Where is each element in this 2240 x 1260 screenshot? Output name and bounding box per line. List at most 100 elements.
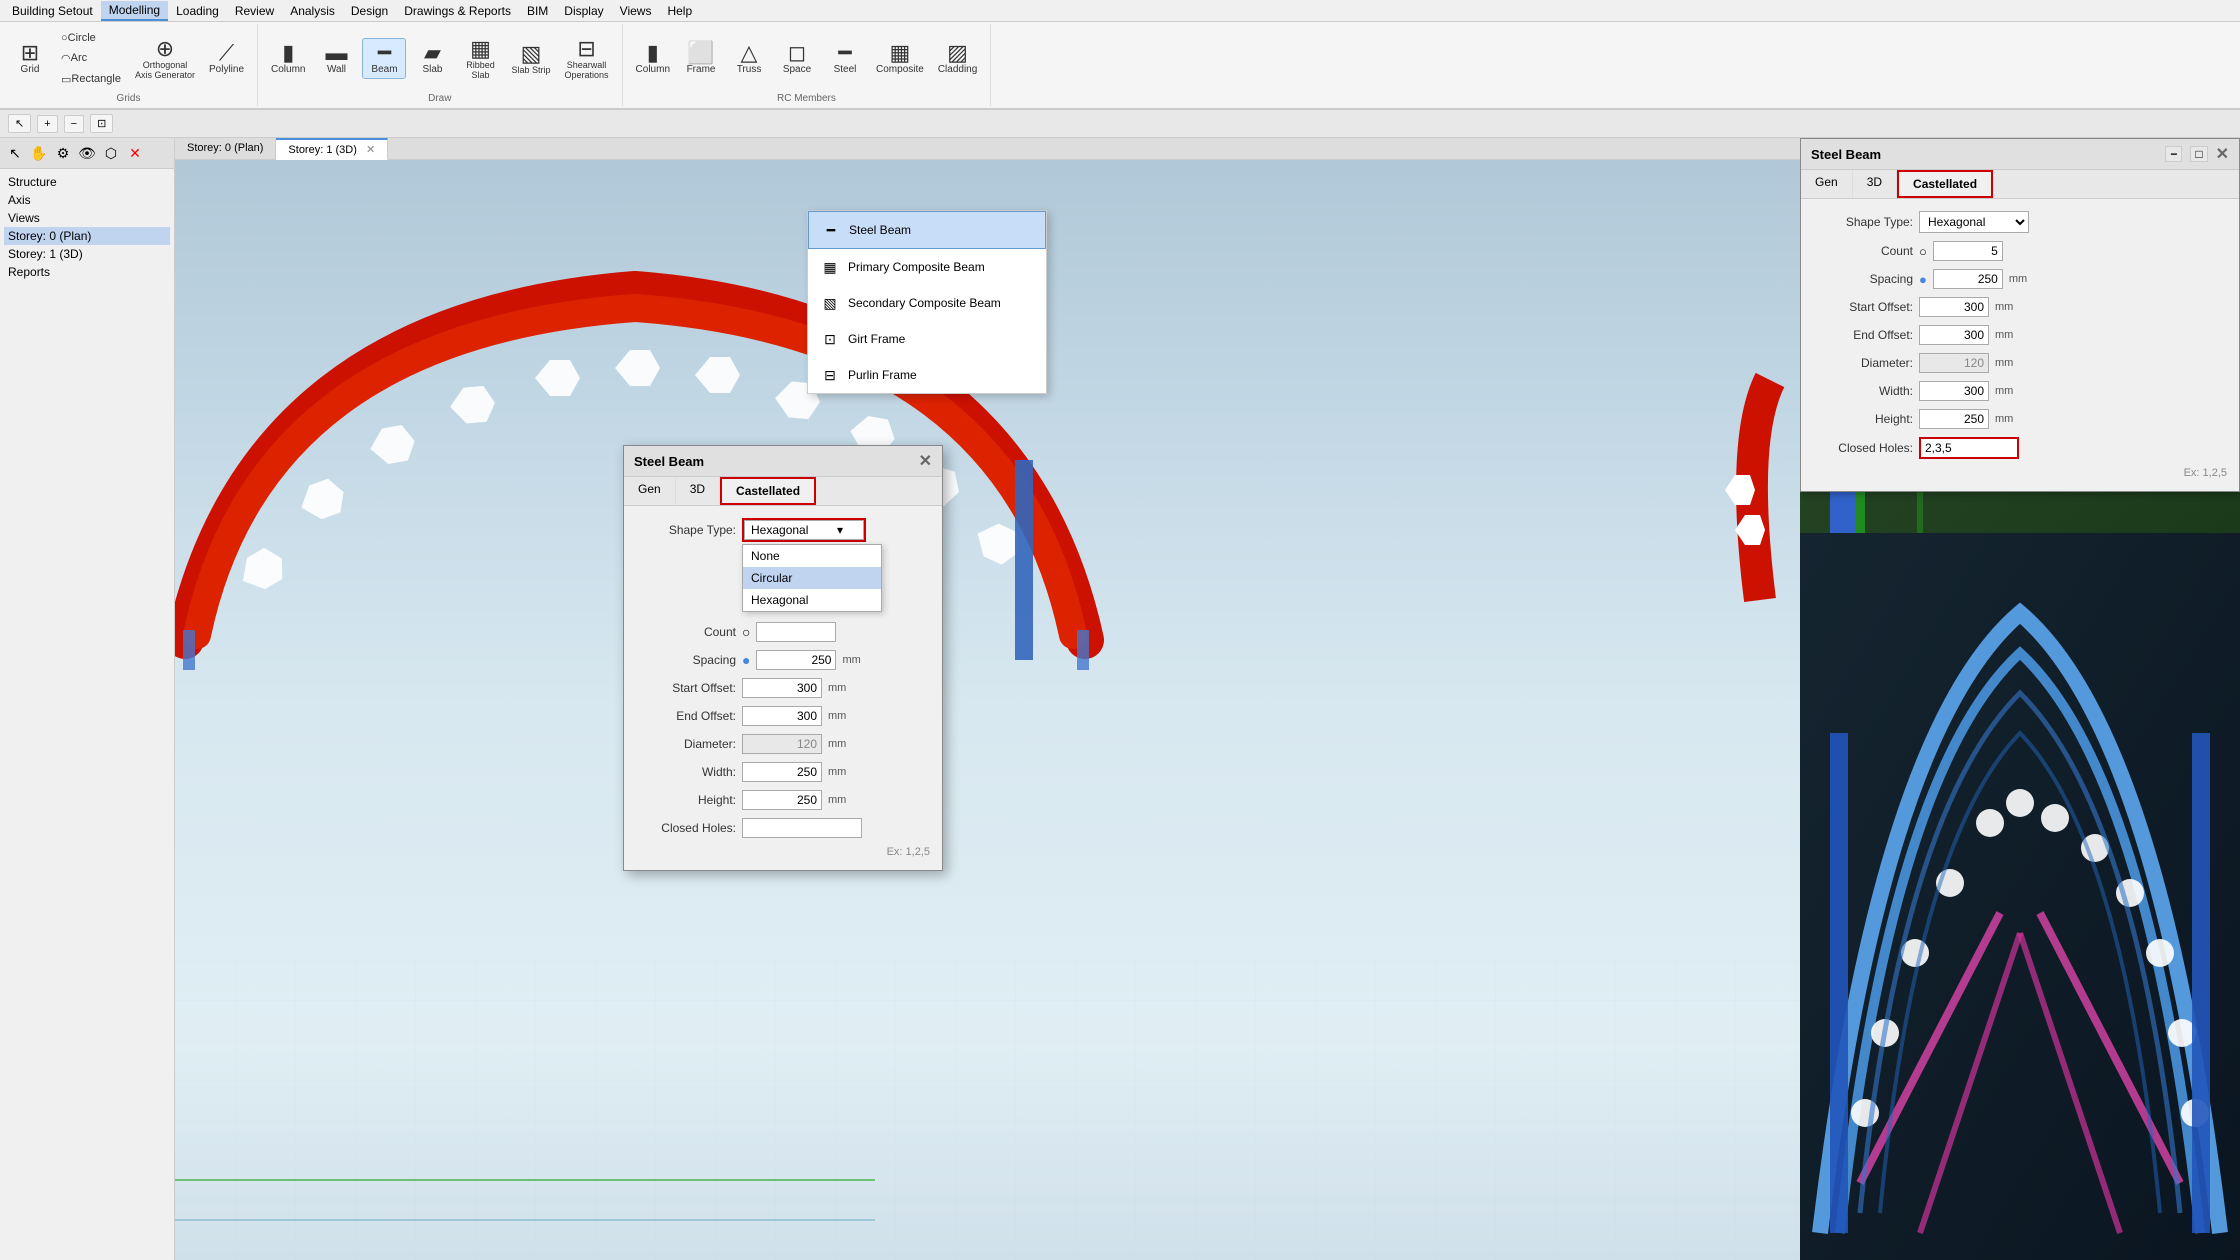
ribbon-btn-truss[interactable]: △ Truss — [727, 39, 771, 78]
dialog-center-tab-3d[interactable]: 3D — [676, 477, 720, 505]
closed-holes-input[interactable] — [742, 818, 862, 838]
tree-item-views[interactable]: Views — [4, 209, 170, 227]
toolbar-btn-zoom-out[interactable]: − — [64, 115, 84, 133]
end-offset-input[interactable] — [742, 706, 822, 726]
diameter-input[interactable] — [742, 734, 822, 754]
ribbon-btn-composite[interactable]: ▦ Composite — [871, 39, 929, 78]
dialog-right-tab-3d[interactable]: 3D — [1853, 170, 1897, 198]
toolbar-btn-zoom-in[interactable]: + — [37, 115, 57, 133]
right-width-input[interactable] — [1919, 381, 1989, 401]
left-tool-render[interactable]: ⬡ — [100, 142, 122, 164]
column-icon: ▮ — [282, 42, 294, 64]
tree-item-structure[interactable]: Structure — [4, 173, 170, 191]
shape-option-hexagonal[interactable]: Hexagonal — [743, 589, 881, 611]
dialog-right-controls: − □ ✕ — [2165, 144, 2229, 164]
menu-design[interactable]: Design — [343, 2, 396, 20]
dialog-center-tab-castellated[interactable]: Castellated — [720, 477, 816, 505]
width-input[interactable] — [742, 762, 822, 782]
right-height-input[interactable] — [1919, 409, 1989, 429]
beam-menu-purlin-frame[interactable]: ⊟ Purlin Frame — [808, 357, 1046, 393]
left-tool-view[interactable]: 👁 — [76, 142, 98, 164]
ribbon-btn-grid[interactable]: ⊞ Grid — [8, 39, 52, 78]
ribbon-btn-slab-strip[interactable]: ▧ Slab Strip — [506, 40, 555, 78]
right-count-input[interactable] — [1933, 241, 2003, 261]
right-closed-holes-input[interactable] — [1919, 437, 2019, 459]
right-end-offset-input[interactable] — [1919, 325, 1989, 345]
ribbon-btn-rectangle[interactable]: ▭ Rectangle — [56, 70, 126, 89]
beam-menu-girt-frame[interactable]: ⊡ Girt Frame — [808, 321, 1046, 357]
right-start-offset-label: Start Offset: — [1813, 300, 1913, 314]
right-closed-holes-row: Closed Holes: — [1813, 437, 2227, 459]
menu-bim[interactable]: BIM — [519, 2, 556, 20]
menu-views[interactable]: Views — [612, 2, 660, 20]
dialog-right-maximize[interactable]: □ — [2190, 146, 2207, 162]
menu-building-setout[interactable]: Building Setout — [4, 2, 101, 20]
ribbon-btn-shearwall[interactable]: ⊟ ShearwallOperations — [560, 35, 614, 83]
purlin-frame-label: Purlin Frame — [848, 368, 917, 382]
dialog-right-tab-castellated[interactable]: Castellated — [1897, 170, 1993, 198]
right-count-radio[interactable]: ○ — [1919, 244, 1927, 259]
shape-option-circular[interactable]: Circular — [743, 567, 881, 589]
ribbon-btn-frame[interactable]: ⬜ Frame — [679, 39, 723, 78]
count-radio-empty[interactable]: ○ — [742, 624, 750, 640]
dialog-center-close[interactable]: ✕ — [919, 451, 932, 471]
right-width-label: Width: — [1813, 384, 1913, 398]
left-tool-pan[interactable]: ✋ — [28, 142, 50, 164]
ribbon-btn-column2[interactable]: ▮ Column — [631, 39, 675, 78]
spacing-label: Spacing — [636, 653, 736, 667]
ribbon-btn-beam[interactable]: ━ Beam — [362, 38, 406, 79]
spacing-radio-filled[interactable]: ● — [742, 652, 750, 668]
menu-modelling[interactable]: Modelling — [101, 1, 168, 21]
dialog-right-minimize[interactable]: − — [2165, 146, 2182, 162]
menu-analysis[interactable]: Analysis — [282, 2, 343, 20]
menu-review[interactable]: Review — [227, 2, 282, 20]
dialog-right-close[interactable]: ✕ — [2216, 144, 2229, 164]
right-spacing-input[interactable] — [1933, 269, 2003, 289]
ribbon-btn-arc[interactable]: ◠ Arc — [56, 49, 126, 68]
menu-help[interactable]: Help — [659, 2, 700, 20]
dialog-center-tab-gen[interactable]: Gen — [624, 477, 676, 505]
ribbon-btn-space[interactable]: ◻ Space — [775, 39, 819, 78]
left-tool-select[interactable]: ↖ — [4, 142, 26, 164]
left-tool-settings[interactable]: ⚙ — [52, 142, 74, 164]
right-diameter-input[interactable] — [1919, 353, 1989, 373]
tree-item-axis[interactable]: Axis — [4, 191, 170, 209]
shape-type-select[interactable]: Hexagonal ▾ — [744, 520, 864, 540]
right-spacing-radio[interactable]: ● — [1919, 272, 1927, 287]
left-tool-delete[interactable]: ✕ — [124, 142, 146, 164]
count-input[interactable] — [756, 622, 836, 642]
dialog-right-tab-gen[interactable]: Gen — [1801, 170, 1853, 198]
tab-storey1[interactable]: Storey: 1 (3D) ✕ — [276, 138, 388, 160]
toolbar-btn-select[interactable]: ↖ — [8, 114, 31, 133]
ribbon-btn-ribbed-slab[interactable]: ▦ RibbedSlab — [458, 35, 502, 83]
toolbar-btn-zoom-fit[interactable]: ⊡ — [90, 114, 113, 133]
beam-menu-secondary-composite[interactable]: ▧ Secondary Composite Beam — [808, 285, 1046, 321]
tree-item-storey1[interactable]: Storey: 1 (3D) — [4, 245, 170, 263]
shape-option-none[interactable]: None — [743, 545, 881, 567]
ribbon-btn-wall[interactable]: ▬ Wall — [314, 39, 358, 78]
tree-item-reports[interactable]: Reports — [4, 263, 170, 281]
start-offset-input[interactable] — [742, 678, 822, 698]
small-arch-svg — [1680, 360, 1800, 610]
beam-menu-steel[interactable]: ━ Steel Beam — [808, 211, 1046, 249]
tree-item-storey0[interactable]: Storey: 0 (Plan) — [4, 227, 170, 245]
ribbon-btn-orthogonal[interactable]: ⊕ OrthogonalAxis Generator — [130, 35, 200, 83]
height-input[interactable] — [742, 790, 822, 810]
menu-drawings-reports[interactable]: Drawings & Reports — [396, 2, 519, 20]
spacing-input[interactable] — [756, 650, 836, 670]
tab-storey1-close[interactable]: ✕ — [366, 144, 375, 156]
right-start-offset-input[interactable] — [1919, 297, 1989, 317]
ribbon-btn-slab[interactable]: ▰ Slab — [410, 39, 454, 78]
beam-menu-primary-composite[interactable]: ▦ Primary Composite Beam — [808, 249, 1046, 285]
tab-storey0[interactable]: Storey: 0 (Plan) — [175, 138, 276, 159]
height-row: Height: mm — [636, 790, 930, 810]
menu-display[interactable]: Display — [556, 2, 611, 20]
ribbon-btn-polyline[interactable]: ⟋ Polyline — [204, 39, 249, 78]
right-shape-type-select[interactable]: Hexagonal None Circular — [1919, 211, 2029, 233]
ribbon-btn-circle[interactable]: ○ Circle — [56, 29, 126, 47]
ribbon-btn-cladding[interactable]: ▨ Cladding — [933, 39, 982, 78]
menu-loading[interactable]: Loading — [168, 2, 227, 20]
ribbon-btn-column[interactable]: ▮ Column — [266, 39, 310, 78]
ribbon-btn-steel[interactable]: ━ Steel — [823, 39, 867, 78]
secondary-composite-label: Secondary Composite Beam — [848, 296, 1001, 310]
